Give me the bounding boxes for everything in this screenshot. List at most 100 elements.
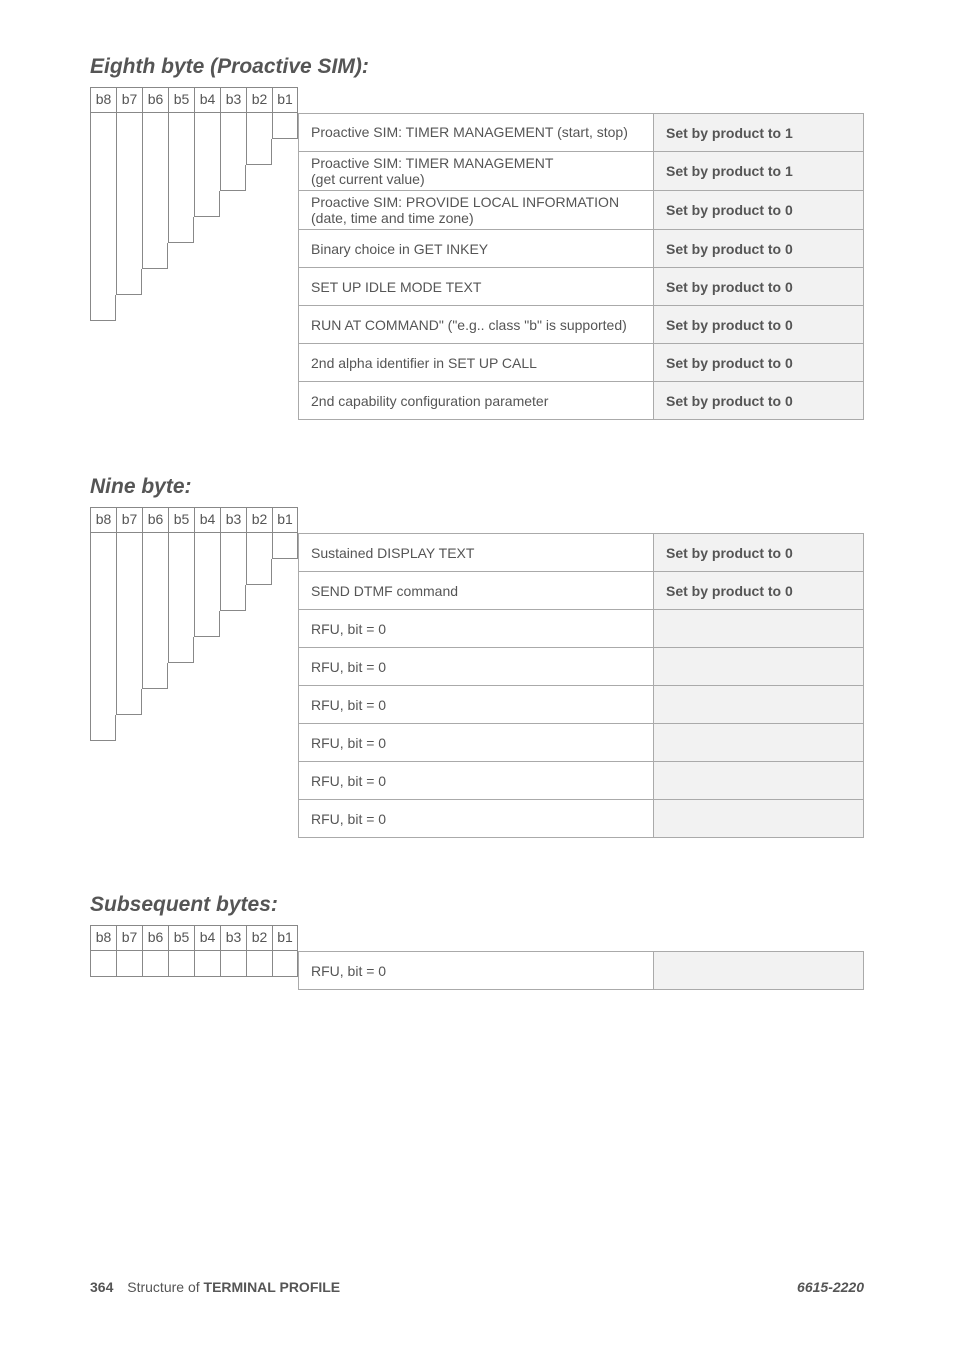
bit-cell [116, 269, 142, 295]
table-row: SET UP IDLE MODE TEXT Set by product to … [299, 268, 864, 306]
desc-cell: RFU, bit = 0 [299, 648, 654, 686]
diagram-subsequent-bytes: b8 b7 b6 b5 b4 b3 b2 b1 RFU, b [90, 925, 864, 990]
bit-cell [220, 243, 246, 269]
desc-cell: RFU, bit = 0 [299, 686, 654, 724]
bit-label: b6 [142, 507, 168, 533]
table-row: Proactive SIM: TIMER MANAGEMENT (get cur… [299, 152, 864, 191]
bit-cell [194, 559, 220, 585]
bit-label: b8 [90, 507, 116, 533]
bit-cell [272, 243, 298, 269]
value-cell [654, 952, 864, 990]
bit-cell [90, 559, 116, 585]
bit-cell [168, 113, 194, 139]
bit-cell [272, 191, 298, 217]
table-row: Binary choice in GET INKEY Set by produc… [299, 230, 864, 268]
desc-cell: SET UP IDLE MODE TEXT [299, 268, 654, 306]
bit-cell [220, 165, 246, 191]
bit-cell [116, 243, 142, 269]
table-row: RFU, bit = 0 [299, 800, 864, 838]
bit-cell [90, 663, 116, 689]
desc-cell: Proactive SIM: PROVIDE LOCAL INFORMATION… [299, 191, 654, 230]
desc-cell: RUN AT COMMAND" ("e.g.. class "b" is sup… [299, 306, 654, 344]
bit-cell [116, 951, 142, 977]
bit-cell [116, 191, 142, 217]
bit-cell [168, 559, 194, 585]
desc-cell: RFU, bit = 0 [299, 762, 654, 800]
bit-cell [220, 217, 246, 243]
bitgrid-nine-byte: b8 b7 b6 b5 b4 b3 b2 b1 [90, 507, 298, 767]
value-cell [654, 610, 864, 648]
bit-label: b3 [220, 507, 246, 533]
bit-cell [142, 269, 168, 295]
bit-cell [272, 663, 298, 689]
bit-cell [142, 611, 168, 637]
bit-label: b5 [168, 507, 194, 533]
table-row: RUN AT COMMAND" ("e.g.. class "b" is sup… [299, 306, 864, 344]
bit-cell [168, 951, 194, 977]
footer-right: 6615-2220 [797, 1279, 864, 1295]
bit-label: b2 [246, 87, 272, 113]
value-cell [654, 724, 864, 762]
value-cell: Set by product to 0 [654, 382, 864, 420]
bit-cell [194, 611, 220, 637]
bit-cell [272, 611, 298, 637]
bit-cell [168, 585, 194, 611]
bit-label: b7 [116, 925, 142, 951]
bit-cell [272, 295, 298, 321]
heading-eighth-byte: Eighth byte (Proactive SIM): [90, 55, 864, 79]
value-cell: Set by product to 0 [654, 572, 864, 610]
value-cell: Set by product to 1 [654, 152, 864, 191]
bit-cell [220, 295, 246, 321]
bit-cell [90, 533, 116, 559]
bit-cell [142, 217, 168, 243]
bit-cell [194, 243, 220, 269]
bit-label: b4 [194, 507, 220, 533]
bit-cell [194, 637, 220, 663]
bit-label: b5 [168, 87, 194, 113]
diagram-nine-byte: b8 b7 b6 b5 b4 b3 b2 b1 [90, 507, 864, 838]
value-cell: Set by product to 0 [654, 344, 864, 382]
table-eighth-byte: Proactive SIM: TIMER MANAGEMENT (start, … [298, 113, 864, 420]
bit-cell [168, 533, 194, 559]
bit-cell [142, 663, 168, 689]
bit-cell [220, 139, 246, 165]
bit-cell [142, 113, 168, 139]
table-row: 2nd capability configuration parameter S… [299, 382, 864, 420]
bit-label: b6 [142, 925, 168, 951]
value-cell: Set by product to 0 [654, 534, 864, 572]
bit-cell [142, 191, 168, 217]
page-number: 364 [90, 1279, 113, 1295]
value-cell [654, 648, 864, 686]
value-cell: Set by product to 0 [654, 191, 864, 230]
bit-cell [142, 559, 168, 585]
bit-cell [272, 559, 298, 585]
table-nine-byte: Sustained DISPLAY TEXT Set by product to… [298, 533, 864, 838]
bit-label: b8 [90, 925, 116, 951]
bit-label: b4 [194, 87, 220, 113]
bit-cell [220, 663, 246, 689]
bit-cell [272, 113, 298, 139]
bit-cell [90, 165, 116, 191]
bit-label: b6 [142, 87, 168, 113]
bit-cell [90, 191, 116, 217]
value-cell: Set by product to 0 [654, 268, 864, 306]
bit-cell [116, 585, 142, 611]
bit-cell [116, 689, 142, 715]
bit-cell [116, 165, 142, 191]
bitgrid-eighth-byte: b8 b7 b6 b5 b4 b3 b2 b1 [90, 87, 298, 347]
bit-cell [246, 165, 272, 191]
bit-cell [142, 689, 168, 715]
bit-cell [168, 689, 194, 715]
bit-cell [168, 269, 194, 295]
bit-cell [220, 559, 246, 585]
bit-cell [168, 295, 194, 321]
bit-cell [246, 689, 272, 715]
bit-cell [142, 715, 168, 741]
section-eighth-byte: Eighth byte (Proactive SIM): b8 b7 b6 b5… [90, 55, 864, 420]
value-cell: Set by product to 0 [654, 306, 864, 344]
bit-cell [220, 951, 246, 977]
bit-cell [194, 191, 220, 217]
bit-cell [142, 295, 168, 321]
bit-cell [90, 637, 116, 663]
bit-cell [194, 663, 220, 689]
